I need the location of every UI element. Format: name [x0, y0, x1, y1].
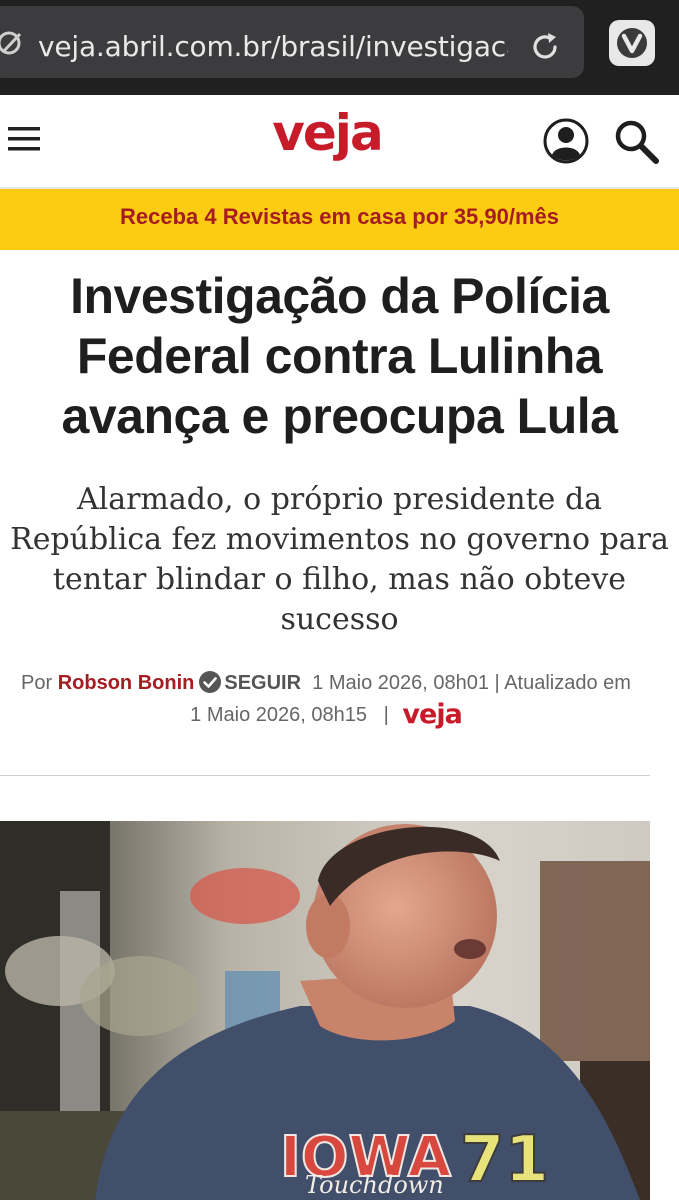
byline-prefix: Por: [21, 672, 53, 694]
svg-text:Touchdown: Touchdown: [305, 1171, 444, 1199]
article-byline: Por Robson Bonin SEGUIR 1 Maio 2026, 08h…: [0, 667, 652, 731]
updated-date: 1 Maio 2026, 08h15: [190, 704, 367, 726]
user-icon[interactable]: [542, 117, 590, 165]
updated-label: Atualizado em: [504, 672, 631, 694]
url-text[interactable]: veja.abril.com.br/brasil/investigacao: [38, 30, 508, 66]
svg-text:71: 71: [460, 1123, 549, 1197]
byline-divider: [0, 775, 650, 776]
vivaldi-icon: [617, 28, 647, 58]
site-info-icon[interactable]: [0, 28, 30, 58]
byline-separator: |: [494, 672, 500, 694]
subscription-promo-banner[interactable]: Receba 4 Revistas em casa por 35,90/mês: [0, 189, 679, 250]
byline-separator-2: |: [383, 704, 389, 726]
follow-author-button[interactable]: SEGUIR: [224, 672, 301, 694]
author-link[interactable]: Robson Bonin: [58, 672, 195, 694]
article-hero-image[interactable]: IOWA 71 Touchdown: [0, 821, 650, 1200]
menu-icon[interactable]: [8, 125, 42, 153]
reload-icon[interactable]: [528, 30, 562, 64]
browser-menu-button[interactable]: [609, 20, 655, 66]
veja-logo[interactable]: veja: [262, 103, 392, 169]
article-headline: Investigação da Polícia Federal contra L…: [61, 268, 618, 444]
veja-small-logo: veja: [402, 699, 462, 730]
site-header: veja: [0, 95, 679, 189]
browser-toolbar: veja.abril.com.br/brasil/investigacao: [0, 0, 679, 95]
article-subtitle: Alarmado, o próprio presidente da Repúbl…: [10, 482, 669, 637]
published-date: 1 Maio 2026, 08h01: [312, 672, 489, 694]
hero-photo-illustration: IOWA 71 Touchdown: [0, 821, 650, 1200]
search-icon[interactable]: [612, 117, 660, 165]
verified-check-icon: [199, 671, 222, 693]
address-bar[interactable]: veja.abril.com.br/brasil/investigacao: [0, 6, 584, 78]
